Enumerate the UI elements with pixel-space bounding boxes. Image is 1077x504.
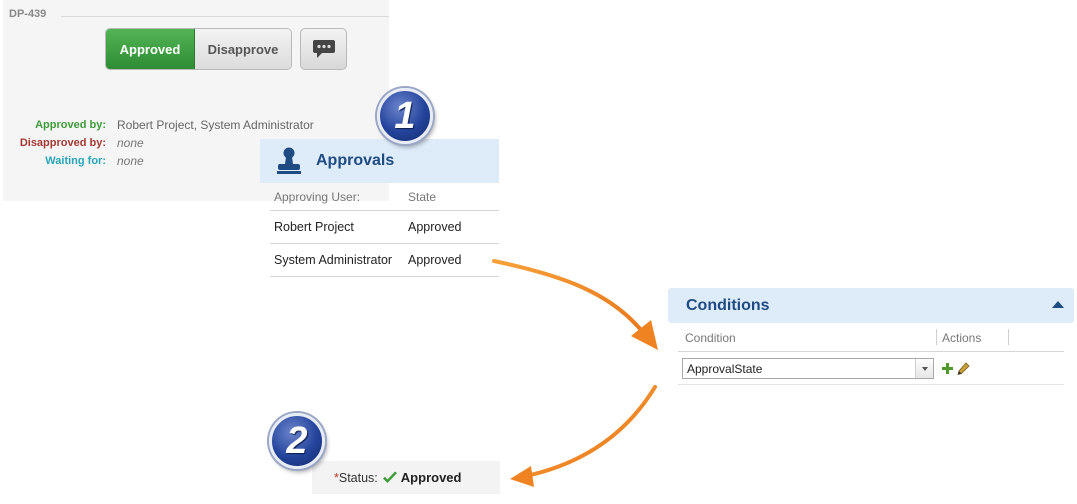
state-cell: Approved [408, 220, 462, 234]
disapproved-by-value: none [117, 136, 144, 150]
column-separator [936, 329, 937, 345]
column-separator [1008, 329, 1009, 345]
waiting-for-row: Waiting for: none [3, 154, 144, 172]
condition-select[interactable]: ApprovalState [682, 358, 934, 379]
approved-by-value: Robert Project, System Administrator [117, 118, 314, 132]
state-cell: Approved [408, 253, 462, 267]
approved-button[interactable]: Approved [106, 29, 195, 69]
table-header: Approving User: State [270, 184, 499, 211]
arrow-to-status [510, 385, 657, 487]
comment-button[interactable] [300, 28, 347, 70]
waiting-for-label: Waiting for: [45, 155, 106, 167]
arrow-to-conditions [492, 259, 658, 350]
status-value: Approved [400, 470, 462, 485]
dropdown-arrow-icon[interactable] [915, 359, 933, 378]
status-field: * Status: Approved [312, 461, 500, 494]
pencil-icon[interactable] [957, 362, 970, 375]
disapproved-by-row: Disapproved by: none [3, 136, 144, 154]
conditions-table-header: Condition Actions [678, 324, 1064, 352]
add-icon[interactable] [942, 363, 953, 374]
table-row: System Administrator Approved [270, 244, 499, 277]
checkmark-icon [382, 471, 397, 483]
table-row: Robert Project Approved [270, 211, 499, 244]
approved-by-label: Approved by: [35, 119, 106, 131]
speech-bubble-icon [312, 40, 335, 58]
condition-select-value: ApprovalState [687, 362, 763, 376]
approvals-table: Approving User: State Robert Project App… [270, 184, 499, 277]
column-header-approving-user: Approving User: [274, 190, 361, 204]
collapse-arrow-icon[interactable] [1052, 301, 1064, 308]
approvals-title: Approvals [316, 152, 395, 169]
issue-key: DP-439 [9, 8, 47, 20]
column-header-actions: Actions [942, 331, 982, 345]
approved-by-row: Approved by: Robert Project, System Admi… [3, 118, 314, 136]
stamp-icon [277, 147, 301, 174]
approvals-header: Approvals [260, 139, 499, 183]
approving-user-cell: Robert Project [274, 220, 354, 234]
condition-row: ApprovalState [678, 353, 1064, 385]
column-header-state: State [408, 190, 437, 204]
approval-button-group: Approved Disapprove [105, 28, 292, 70]
disapproved-by-label: Disapproved by: [19, 137, 106, 149]
divider [61, 16, 389, 17]
column-header-condition: Condition [685, 331, 736, 345]
waiting-for-value: none [117, 154, 144, 168]
step-badge-2: 2 [269, 413, 325, 469]
disapprove-button[interactable]: Disapprove [195, 29, 291, 69]
approving-user-cell: System Administrator [274, 253, 393, 267]
conditions-header: Conditions [668, 288, 1074, 323]
conditions-title: Conditions [686, 296, 770, 314]
step-badge-1: 1 [377, 88, 433, 144]
status-label: Status: [338, 470, 378, 485]
